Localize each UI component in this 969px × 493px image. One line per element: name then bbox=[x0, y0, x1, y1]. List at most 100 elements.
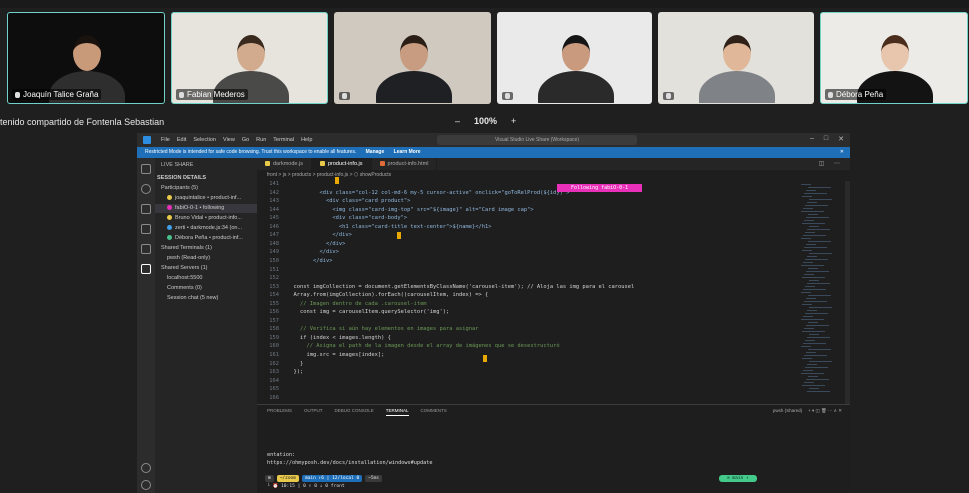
maximize-icon[interactable]: □ bbox=[824, 135, 828, 143]
participant-tile[interactable]: Joaquín Talice Graña bbox=[7, 12, 165, 104]
menu-item[interactable]: File bbox=[161, 137, 170, 143]
zoom-out-button[interactable]: – bbox=[455, 116, 460, 126]
breadcrumb[interactable]: front > js > products > product-info.js … bbox=[257, 170, 850, 180]
code-line[interactable]: // Verifica si aún hay elementos en imag… bbox=[287, 326, 479, 332]
close-icon[interactable]: ✕ bbox=[838, 135, 844, 143]
code-line[interactable]: </div> bbox=[287, 249, 338, 255]
minimap-line bbox=[804, 247, 827, 248]
prompt-segment: ~/zoom bbox=[276, 475, 299, 482]
participant-tile[interactable] bbox=[658, 12, 814, 104]
participant-name-text: Fabian Mederos bbox=[187, 90, 245, 99]
editor-tab[interactable]: product-info.html bbox=[372, 158, 438, 170]
microphone-icon bbox=[666, 93, 671, 99]
code-line[interactable]: </div> bbox=[287, 232, 352, 238]
panel-tab[interactable]: DEBUG CONSOLE bbox=[335, 405, 374, 416]
code-line[interactable]: const imgCollection = document.getElemen… bbox=[287, 284, 634, 290]
menu-item[interactable]: Selection bbox=[193, 137, 216, 143]
panel-tab[interactable]: COMMENTS bbox=[421, 405, 447, 416]
terminal-name[interactable]: pwsh (Shared) bbox=[773, 405, 802, 416]
close-banner-icon[interactable]: ✕ bbox=[840, 147, 844, 158]
panel-tab[interactable]: PROBLEMS bbox=[267, 405, 292, 416]
menu-item[interactable]: View bbox=[223, 137, 235, 143]
minimap-line bbox=[801, 265, 824, 266]
code-line[interactable]: </div> bbox=[287, 258, 332, 264]
explorer-icon[interactable] bbox=[141, 164, 151, 174]
vscode-titlebar: File Edit Selection View Go Run Terminal Help V… bbox=[137, 133, 850, 147]
shared-terminal-item[interactable]: pwsh (Read-only) bbox=[155, 254, 257, 263]
session-details-header[interactable]: SESSION DETAILS bbox=[155, 174, 257, 183]
shared-servers-header[interactable]: Shared Servers (1) bbox=[155, 264, 257, 273]
learn-more-link[interactable]: Learn More bbox=[394, 149, 421, 155]
editor-tab-label: product-info.js bbox=[327, 161, 363, 167]
panel-tab[interactable]: OUTPUT bbox=[304, 405, 323, 416]
participant-tile[interactable] bbox=[334, 12, 491, 104]
minimap-line bbox=[803, 235, 826, 236]
comments-item[interactable]: Comments (0) bbox=[155, 284, 257, 293]
live-share-icon[interactable] bbox=[141, 264, 151, 274]
panel-tab[interactable]: TERMINAL bbox=[385, 405, 409, 416]
source-control-icon[interactable] bbox=[141, 204, 151, 214]
participant-item[interactable]: Débora Peña • product-inf... bbox=[155, 234, 257, 243]
participant-item[interactable]: joaquintalice • product-inf... bbox=[155, 194, 257, 203]
session-chat-item[interactable]: Session chat (5 new) bbox=[155, 294, 257, 303]
line-number: 156 bbox=[269, 309, 279, 316]
shared-terminals-header[interactable]: Shared Terminals (1) bbox=[155, 244, 257, 253]
participant-face bbox=[723, 35, 751, 71]
command-center-search[interactable]: Visual Studio Live Share (Workspace) bbox=[437, 135, 637, 145]
account-icon[interactable] bbox=[141, 463, 151, 473]
participant-name-text: Joaquín Talice Graña bbox=[23, 90, 99, 99]
settings-gear-icon[interactable] bbox=[141, 480, 151, 490]
menu-item[interactable]: Terminal bbox=[273, 137, 294, 143]
code-line[interactable]: if (index < images.length) { bbox=[287, 335, 391, 341]
menu-item[interactable]: Run bbox=[256, 137, 266, 143]
editor-tab-label: product-info.html bbox=[387, 161, 429, 167]
code-line[interactable]: Array.from(imgCollection).forEach((carou… bbox=[287, 292, 488, 298]
code-line[interactable]: }); bbox=[287, 369, 303, 375]
editor-tab[interactable]: product-info.js bbox=[311, 158, 372, 170]
code-line[interactable]: <div class="col-12 col-md-6 my-5 cursor-… bbox=[287, 190, 569, 196]
participant-item[interactable]: zerti • darkmode.js:34 (on... bbox=[155, 224, 257, 233]
code-line[interactable]: } bbox=[287, 361, 303, 367]
line-number: 159 bbox=[269, 334, 279, 341]
code-editor[interactable]: 141 142 <div class="col-12 col-md-6 my-5 … bbox=[257, 177, 797, 404]
code-line[interactable]: img.src = images[index]; bbox=[287, 352, 384, 358]
minimize-icon[interactable]: – bbox=[810, 135, 814, 143]
minimap-line bbox=[805, 340, 815, 341]
participants-header[interactable]: Participants (5) bbox=[155, 184, 257, 193]
terminal-actions[interactable]: pwsh (Shared) + ▾ ◫ 🗑 ⋯ ∧ ✕ bbox=[773, 405, 842, 416]
extensions-icon[interactable] bbox=[141, 244, 151, 254]
editor-actions[interactable]: ◫ ⋯ bbox=[819, 158, 844, 170]
code-line[interactable]: <h1 class="card-title text-center">${nam… bbox=[287, 224, 492, 230]
editor-scrollbar[interactable] bbox=[845, 181, 850, 404]
minimap-line bbox=[808, 322, 818, 323]
code-line[interactable]: const img = carouselItem.querySelector('… bbox=[287, 309, 449, 315]
code-line[interactable]: // Imagen dentro de cada .carousel-item bbox=[287, 301, 427, 307]
shared-server-item[interactable]: localhost:5500 bbox=[155, 274, 257, 283]
sidebar-title[interactable]: LIVE SHARE bbox=[155, 161, 257, 170]
minimap-line bbox=[809, 226, 819, 227]
editor-tab[interactable]: darkmode.js bbox=[257, 158, 312, 170]
participant-tile[interactable] bbox=[497, 12, 652, 104]
minimap[interactable] bbox=[799, 181, 845, 404]
code-line[interactable]: <img class="card-img-top" src="${image}"… bbox=[287, 207, 533, 213]
menu-item[interactable]: Help bbox=[301, 137, 312, 143]
run-debug-icon[interactable] bbox=[141, 224, 151, 234]
code-line[interactable]: </div> bbox=[287, 241, 345, 247]
search-icon[interactable] bbox=[141, 184, 151, 194]
minimap-line bbox=[805, 313, 828, 314]
zoom-in-button[interactable]: + bbox=[511, 116, 516, 126]
manage-link[interactable]: Manage bbox=[366, 149, 385, 155]
minimap-line bbox=[807, 310, 817, 311]
participant-tile[interactable]: Fabian Mederos bbox=[171, 12, 328, 104]
code-line[interactable]: // Asigna el path de la imagen desde el … bbox=[287, 343, 559, 349]
participant-item[interactable]: fabiO-0-1 • following bbox=[155, 204, 257, 213]
collaborator-cursor-icon bbox=[335, 177, 339, 184]
participant-item[interactable]: Bruno Vidal • product-info... bbox=[155, 214, 257, 223]
code-line[interactable]: <div class="card product"> bbox=[287, 198, 410, 204]
menu-item[interactable]: Go bbox=[242, 137, 249, 143]
participant-tile[interactable]: Débora Peña bbox=[820, 12, 968, 104]
panel-actions-icon[interactable]: + ▾ ◫ 🗑 ⋯ ∧ ✕ bbox=[808, 405, 842, 416]
menu-item[interactable]: Edit bbox=[177, 137, 186, 143]
participant-video bbox=[699, 71, 775, 103]
code-line[interactable]: <div class="card-body"> bbox=[287, 215, 407, 221]
